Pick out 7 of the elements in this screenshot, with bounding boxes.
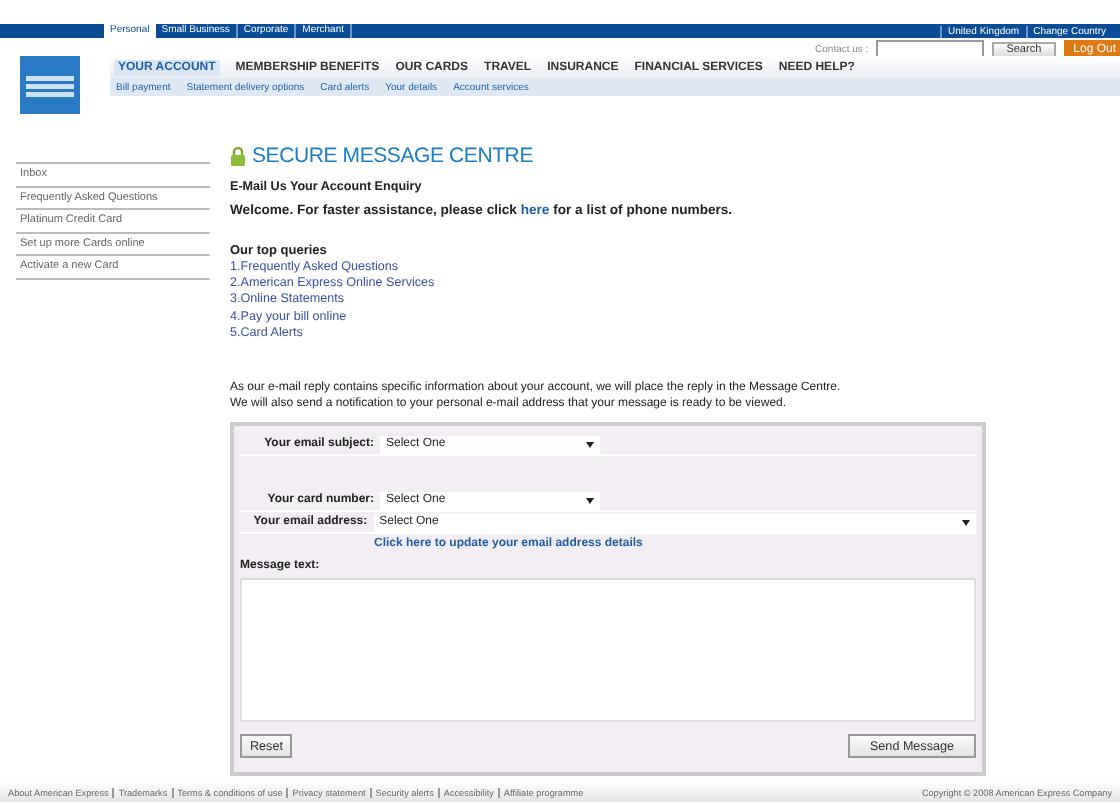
caret-icon [586,497,594,504]
caret-icon [962,519,970,526]
caret-icon [586,441,594,448]
padlock-icon [230,146,246,166]
page-title: SECURE MESSAGE CENTRE [252,144,533,168]
search-field[interactable] [876,40,985,58]
logo-icon[interactable] [20,56,80,114]
